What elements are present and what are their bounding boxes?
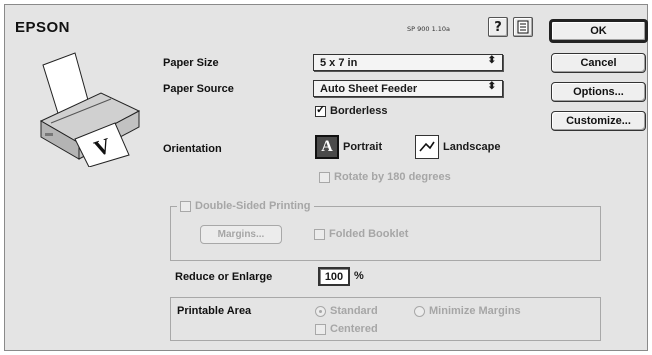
- percent-unit: %: [354, 270, 364, 282]
- centered-label: Centered: [330, 323, 378, 335]
- portrait-icon[interactable]: A: [315, 135, 339, 159]
- standard-label: Standard: [330, 305, 378, 317]
- double-sided-title[interactable]: Double-Sided Printing: [177, 200, 314, 212]
- paper-source-label: Paper Source: [163, 83, 234, 95]
- question-mark-icon: ?: [494, 19, 502, 35]
- borderless-option[interactable]: Borderless: [315, 103, 388, 117]
- reduce-enlarge-label: Reduce or Enlarge: [175, 271, 273, 283]
- minimize-margins-option[interactable]: Minimize Margins: [414, 305, 521, 317]
- reduce-enlarge-input[interactable]: 100: [318, 267, 350, 286]
- manual-icon: [517, 20, 529, 34]
- orientation-landscape-option[interactable]: Landscape: [415, 135, 500, 159]
- rotate-label: Rotate by 180 degrees: [334, 171, 451, 183]
- paper-size-select[interactable]: 5 x 7 in ⬍: [313, 54, 503, 71]
- paper-source-value: Auto Sheet Feeder: [320, 82, 418, 95]
- paper-size-label: Paper Size: [163, 57, 219, 69]
- centered-option[interactable]: Centered: [315, 323, 378, 335]
- updown-arrows-icon: ⬍: [487, 81, 496, 92]
- ok-button[interactable]: OK: [549, 19, 648, 43]
- standard-option[interactable]: Standard: [315, 305, 378, 317]
- landscape-icon[interactable]: [415, 135, 439, 159]
- borderless-label: Borderless: [330, 105, 388, 117]
- print-dialog-window: EPSON SP 900 1.10a ? OK Cancel Options..…: [4, 4, 648, 351]
- paper-size-value: 5 x 7 in: [320, 56, 358, 69]
- minimize-margins-radio[interactable]: [414, 305, 425, 317]
- portrait-label: Portrait: [343, 141, 383, 153]
- printable-area-label: Printable Area: [177, 305, 252, 317]
- orientation-label: Orientation: [163, 143, 222, 155]
- rotate-checkbox[interactable]: [319, 171, 330, 183]
- paper-source-select[interactable]: Auto Sheet Feeder ⬍: [313, 80, 503, 97]
- cancel-button[interactable]: Cancel: [551, 53, 646, 73]
- orientation-portrait-option[interactable]: A Portrait: [315, 135, 382, 159]
- version-label: SP 900 1.10a: [407, 25, 451, 33]
- standard-radio[interactable]: [315, 305, 326, 317]
- double-sided-label: Double-Sided Printing: [195, 200, 311, 212]
- double-sided-checkbox[interactable]: [180, 200, 191, 212]
- manual-button[interactable]: [513, 17, 533, 37]
- help-button[interactable]: ?: [488, 17, 508, 37]
- printer-illustration: V: [39, 52, 141, 167]
- folded-booklet-checkbox[interactable]: [314, 228, 325, 240]
- landscape-label: Landscape: [443, 141, 501, 153]
- margins-button[interactable]: Margins...: [200, 225, 282, 244]
- landscape-glyph: [419, 141, 435, 152]
- centered-checkbox[interactable]: [315, 323, 326, 335]
- brand-logo: EPSON: [15, 19, 71, 36]
- printable-area-group: [170, 297, 601, 341]
- minimize-margins-label: Minimize Margins: [429, 305, 521, 317]
- rotate-option[interactable]: Rotate by 180 degrees: [319, 171, 451, 183]
- folded-booklet-option[interactable]: Folded Booklet: [314, 228, 408, 240]
- borderless-checkbox[interactable]: [315, 103, 326, 117]
- options-button[interactable]: Options...: [551, 82, 646, 102]
- folded-booklet-label: Folded Booklet: [329, 228, 409, 240]
- customize-button[interactable]: Customize...: [551, 111, 646, 131]
- updown-arrows-icon: ⬍: [487, 55, 496, 66]
